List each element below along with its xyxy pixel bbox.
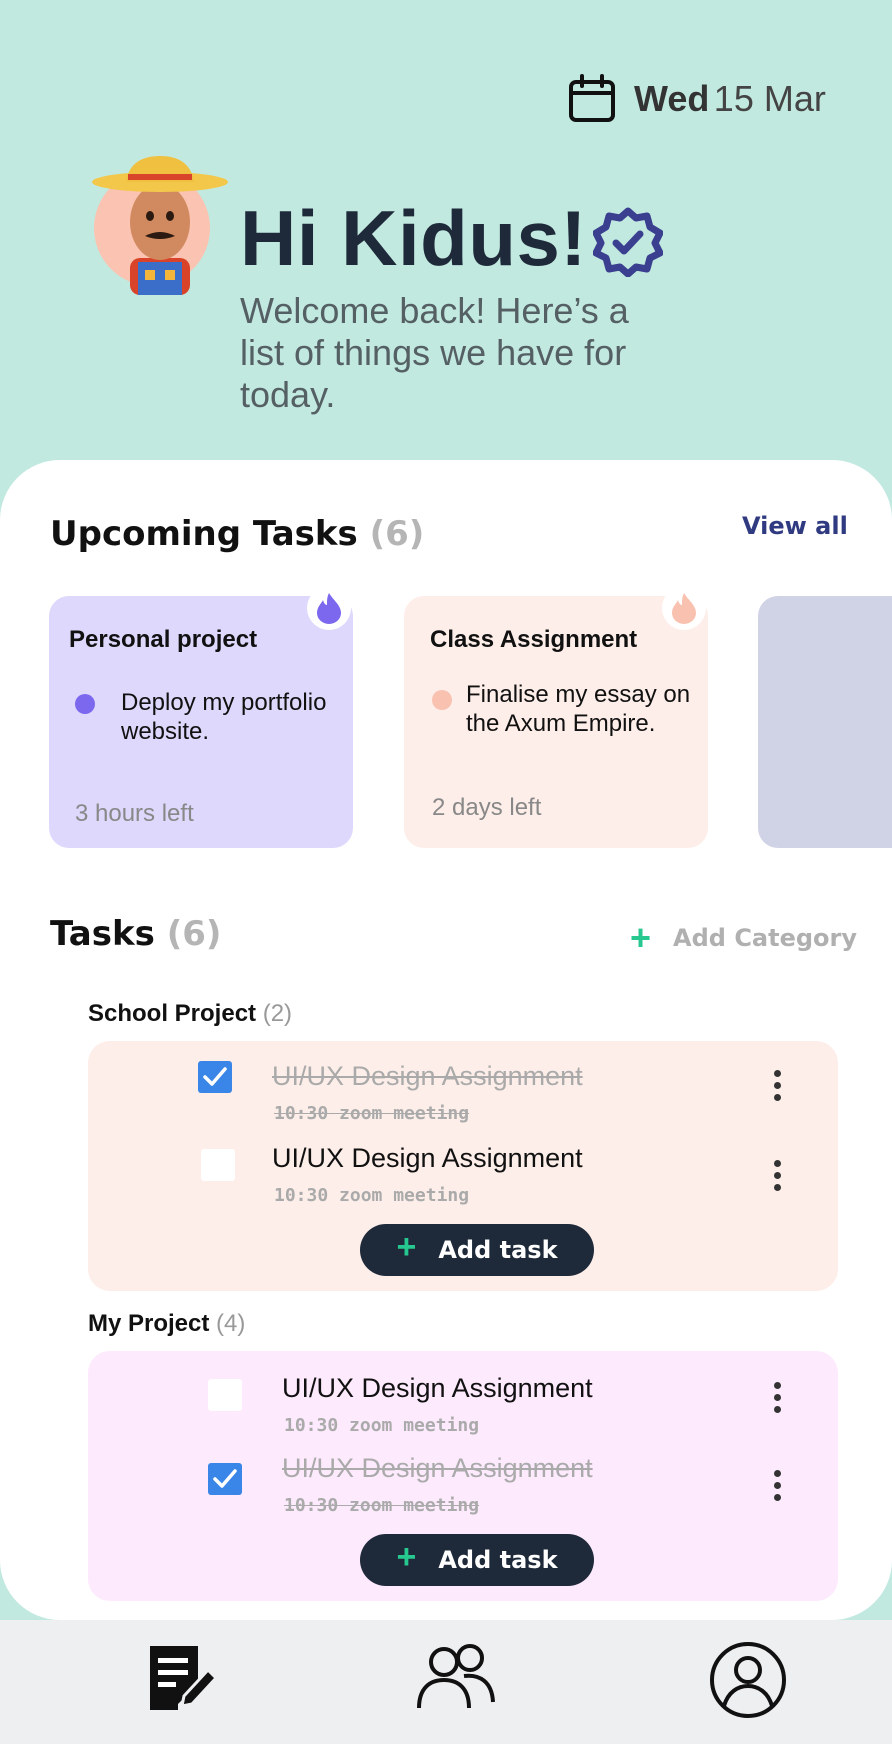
upcoming-card[interactable] xyxy=(758,596,892,848)
more-options-icon[interactable] xyxy=(762,1377,792,1417)
task-item: UI/UX Design Assignment 10:30 zoom meeti… xyxy=(88,1371,838,1455)
welcome-message: Welcome back! Here’s a list of things we… xyxy=(240,290,629,415)
card-description: Finalise my essay on the Axum Empire. xyxy=(466,681,691,737)
add-task-label: Add task xyxy=(438,1546,558,1574)
task-time: 10:30 xyxy=(274,1103,329,1124)
checkmark-icon xyxy=(203,1067,227,1086)
card-description: Deploy my portfolio website. xyxy=(121,689,327,745)
upcoming-card[interactable]: Personal project Deploy my portfolio web… xyxy=(49,586,353,848)
group-count: (2) xyxy=(262,1000,293,1027)
notes-icon[interactable] xyxy=(148,1644,220,1712)
tasks-count: (6) xyxy=(166,914,222,954)
task-item: UI/UX Design Assignment 10:30 zoom meeti… xyxy=(88,1141,838,1225)
task-title: UI/UX Design Assignment xyxy=(282,1373,593,1403)
card-title: Class Assignment xyxy=(430,626,638,653)
tasks-heading: Tasks (6) xyxy=(50,914,221,954)
group-title: School Project (2) xyxy=(88,1000,292,1028)
checkmark-icon xyxy=(213,1469,237,1488)
group-name: My Project xyxy=(88,1310,210,1337)
upcoming-tasks-count: (6) xyxy=(369,514,425,554)
task-title: UI/UX Design Assignment xyxy=(272,1143,583,1173)
card-title: Personal project xyxy=(69,626,258,653)
plus-icon: + xyxy=(396,1538,417,1576)
verified-badge-icon xyxy=(592,207,663,277)
task-group-school-project: UI/UX Design Assignment 10:30 zoom meeti… xyxy=(88,1041,838,1291)
add-task-label: Add task xyxy=(438,1236,558,1264)
more-options-icon[interactable] xyxy=(762,1065,792,1105)
group-name: School Project xyxy=(88,1000,257,1027)
profile-icon[interactable] xyxy=(708,1640,788,1720)
task-note: zoom meeting xyxy=(339,1103,470,1124)
upcoming-card[interactable]: Class Assignment Finalise my essay on th… xyxy=(404,586,708,848)
task-group-my-project: UI/UX Design Assignment 10:30 zoom meeti… xyxy=(88,1351,838,1601)
task-checkbox[interactable] xyxy=(208,1463,242,1495)
task-subtitle: 10:30 zoom meeting xyxy=(284,1495,479,1516)
add-task-button[interactable]: + Add task xyxy=(360,1224,594,1276)
plus-icon: + xyxy=(630,917,652,958)
task-checkbox[interactable] xyxy=(201,1149,235,1181)
task-time: 10:30 xyxy=(274,1185,329,1206)
avatar[interactable] xyxy=(90,150,230,295)
task-title: UI/UX Design Assignment xyxy=(272,1061,583,1091)
add-category-label: Add Category xyxy=(673,924,858,952)
task-item: UI/UX Design Assignment 10:30 zoom meeti… xyxy=(88,1453,838,1537)
upcoming-tasks-title: Upcoming Tasks xyxy=(50,514,358,554)
card-time-left: 3 hours left xyxy=(75,800,194,827)
task-checkbox[interactable] xyxy=(198,1061,232,1093)
task-time: 10:30 xyxy=(284,1495,339,1516)
task-note: zoom meeting xyxy=(349,1495,480,1516)
flame-icon xyxy=(307,586,351,630)
bullet-dot xyxy=(432,690,452,710)
date-day: Wed xyxy=(634,78,710,119)
more-options-icon[interactable] xyxy=(762,1465,792,1505)
task-note: zoom meeting xyxy=(339,1185,470,1206)
tasks-title: Tasks xyxy=(50,914,155,954)
task-subtitle: 10:30 zoom meeting xyxy=(284,1415,479,1436)
task-title: UI/UX Design Assignment xyxy=(282,1453,593,1483)
calendar-icon xyxy=(569,74,615,122)
upcoming-tasks-heading: Upcoming Tasks (6) xyxy=(50,514,424,554)
card-time-left: 2 days left xyxy=(432,794,542,821)
bottom-nav xyxy=(0,1620,892,1744)
view-all-link[interactable]: View all xyxy=(742,512,848,540)
task-time: 10:30 xyxy=(284,1415,339,1436)
add-category-button[interactable]: + Add Category xyxy=(630,920,857,956)
greeting-title: Hi Kidus! xyxy=(240,194,587,282)
task-note: zoom meeting xyxy=(349,1415,480,1436)
date-value: 15 Mar xyxy=(713,78,826,119)
task-checkbox[interactable] xyxy=(208,1379,242,1411)
bullet-dot xyxy=(75,694,95,714)
task-subtitle: 10:30 zoom meeting xyxy=(274,1103,469,1124)
flame-icon xyxy=(662,586,706,630)
greeting-row: Hi Kidus! xyxy=(240,193,663,284)
task-subtitle: 10:30 zoom meeting xyxy=(274,1185,469,1206)
date-display: Wed 15 Mar xyxy=(568,74,826,124)
people-icon[interactable] xyxy=(416,1642,496,1710)
more-options-icon[interactable] xyxy=(762,1155,792,1195)
plus-icon: + xyxy=(396,1228,417,1266)
task-item: UI/UX Design Assignment 10:30 zoom meeti… xyxy=(88,1059,838,1143)
add-task-button[interactable]: + Add task xyxy=(360,1534,594,1586)
group-title: My Project (4) xyxy=(88,1310,245,1338)
group-count: (4) xyxy=(216,1310,246,1337)
